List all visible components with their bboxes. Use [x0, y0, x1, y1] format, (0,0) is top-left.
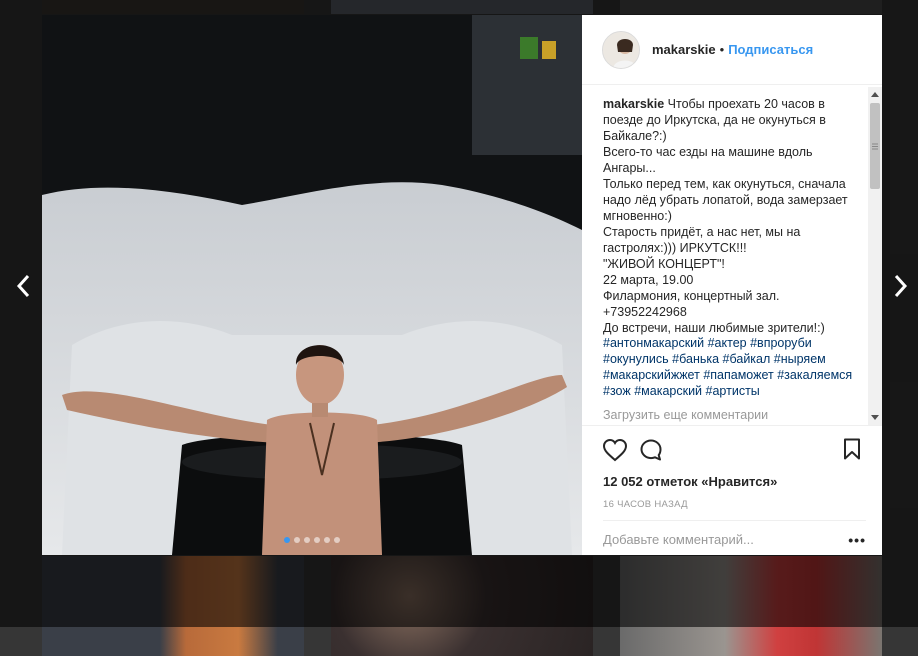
hashtag-link[interactable]: #байкал [723, 352, 771, 366]
scroll-down-button[interactable] [868, 411, 882, 425]
triangle-down-icon [871, 415, 879, 420]
speech-bubble-icon [640, 439, 662, 461]
hashtag-list: #антонмакарский #актер #впроруби #окунул… [603, 335, 865, 399]
prev-post-button[interactable] [9, 268, 39, 304]
likes-count[interactable]: 12 052 отметок «Нравится» [603, 474, 777, 489]
post-header: makarskie • Подписаться [582, 15, 882, 85]
post-detail-panel: makarskie • Подписаться makarskie Чтобы … [582, 15, 882, 555]
chevron-right-icon [894, 274, 908, 298]
carousel-dot[interactable] [314, 537, 320, 543]
like-button[interactable] [602, 438, 628, 467]
post-photo[interactable] [42, 15, 582, 555]
follow-button[interactable]: Подписаться [728, 42, 813, 57]
chevron-left-icon [16, 274, 30, 298]
carousel-dot[interactable] [294, 537, 300, 543]
hashtag-link[interactable]: #макарскийжжет [603, 368, 700, 382]
hashtag-link[interactable]: #банька [672, 352, 719, 366]
photo-illustration [42, 15, 582, 555]
avatar[interactable] [602, 30, 640, 69]
save-button[interactable] [843, 438, 861, 465]
avatar-photo [603, 31, 639, 68]
heart-outline-icon [602, 438, 628, 462]
triangle-up-icon [871, 92, 879, 97]
caption-username[interactable]: makarskie [603, 97, 664, 111]
scroll-thumb[interactable] [870, 103, 880, 189]
hashtag-link[interactable]: #актер [708, 336, 747, 350]
hashtag-link[interactable]: #артисты [706, 384, 760, 398]
comments-scrollbar[interactable] [868, 87, 882, 425]
hashtag-link[interactable]: #ныряем [774, 352, 826, 366]
carousel-dot[interactable] [304, 537, 310, 543]
bookmark-icon [844, 438, 860, 460]
hashtag-link[interactable]: #зож [603, 384, 631, 398]
username-link[interactable]: makarskie [652, 42, 716, 57]
carousel-dot[interactable] [324, 537, 330, 543]
hashtag-link[interactable]: #окунулись [603, 352, 669, 366]
scroll-up-button[interactable] [868, 87, 882, 101]
comments-area[interactable]: makarskie Чтобы проехать 20 часов в поез… [582, 85, 882, 425]
post-actions: 12 052 отметок «Нравится» 16 ЧАСОВ НАЗАД… [582, 425, 882, 555]
add-comment-form: ••• [603, 520, 866, 557]
caption-text: Чтобы проехать 20 часов в поезде до Ирку… [603, 97, 848, 335]
comment-input[interactable] [603, 531, 823, 547]
post-caption: makarskie Чтобы проехать 20 часов в поез… [603, 96, 865, 336]
load-more-comments-button[interactable]: Загрузить еще комментарии [603, 408, 768, 422]
grip-icon [872, 143, 878, 149]
hashtag-link[interactable]: #макарский [634, 384, 702, 398]
hashtag-link[interactable]: #впроруби [750, 336, 812, 350]
comment-button[interactable] [639, 438, 663, 467]
carousel-dot[interactable] [284, 537, 290, 543]
hashtag-link[interactable]: #папаможет [703, 368, 773, 382]
post-timestamp[interactable]: 16 ЧАСОВ НАЗАД [603, 499, 688, 510]
more-options-button[interactable]: ••• [848, 532, 866, 548]
carousel-indicator [42, 537, 582, 543]
next-post-button[interactable] [885, 268, 915, 304]
carousel-dot[interactable] [334, 537, 340, 543]
header-separator: • [719, 42, 725, 57]
hashtag-link[interactable]: #антонмакарский [603, 336, 704, 350]
hashtag-link[interactable]: #закаляемся [777, 368, 852, 382]
